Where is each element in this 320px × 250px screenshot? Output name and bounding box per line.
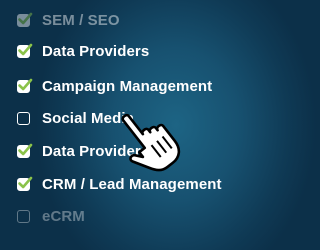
checklist-item-label: Data Providers (42, 42, 150, 60)
checkbox-unchecked[interactable] (17, 111, 30, 125)
checklist-item-ecrm[interactable]: eCRM (17, 204, 85, 228)
checkbox-checked[interactable] (17, 176, 33, 191)
checkbox-checked[interactable] (17, 43, 33, 58)
check-icon (18, 12, 33, 24)
checklist-item-campaign-management[interactable]: Campaign Management (17, 74, 212, 98)
checklist-item-sem-seo[interactable]: SEM / SEO (17, 8, 120, 32)
checkbox-checked[interactable] (17, 78, 33, 93)
hand-pointer-icon (121, 113, 181, 172)
check-icon (18, 143, 33, 155)
check-icon (18, 176, 33, 188)
checkbox-unchecked[interactable] (17, 209, 30, 223)
checklist-item-data-providers[interactable]: Data Providers (17, 39, 149, 63)
check-icon (18, 43, 33, 55)
checklist-item-label: eCRM (42, 207, 85, 225)
checkbox-checked[interactable] (17, 143, 33, 158)
checklist-item-label: SEM / SEO (42, 11, 120, 29)
check-icon (18, 78, 33, 90)
checkbox-checked[interactable] (17, 12, 33, 27)
checklist-item-label: Campaign Management (42, 77, 213, 95)
